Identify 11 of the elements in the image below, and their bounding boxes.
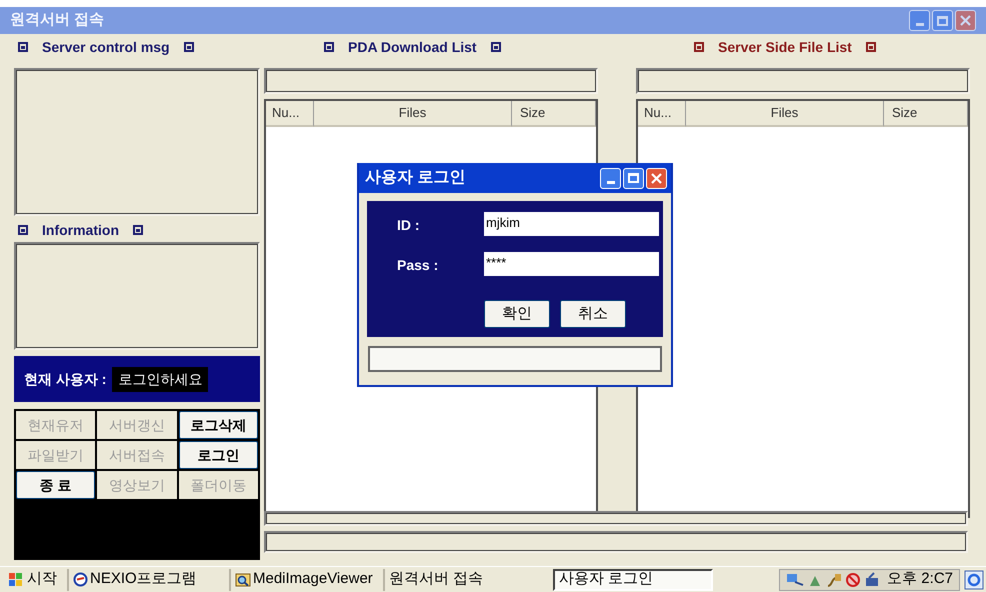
field-label: Pass : <box>397 256 438 275</box>
user-status: 로그인하세요 <box>112 366 208 392</box>
section-heading: Server Side File List <box>718 38 852 56</box>
user-label: 현재 사용자 : <box>24 370 106 388</box>
section-heading: Server control msg <box>42 38 170 57</box>
dialog-title: 사용자 로그인 <box>365 168 466 188</box>
window-title: 원격서버 접속 <box>10 10 104 30</box>
field-label: ID : <box>397 216 420 235</box>
section-heading: PDA Download List <box>348 38 477 56</box>
clock: 오후 2:C7 <box>887 569 953 590</box>
section-heading: Information <box>42 220 119 240</box>
